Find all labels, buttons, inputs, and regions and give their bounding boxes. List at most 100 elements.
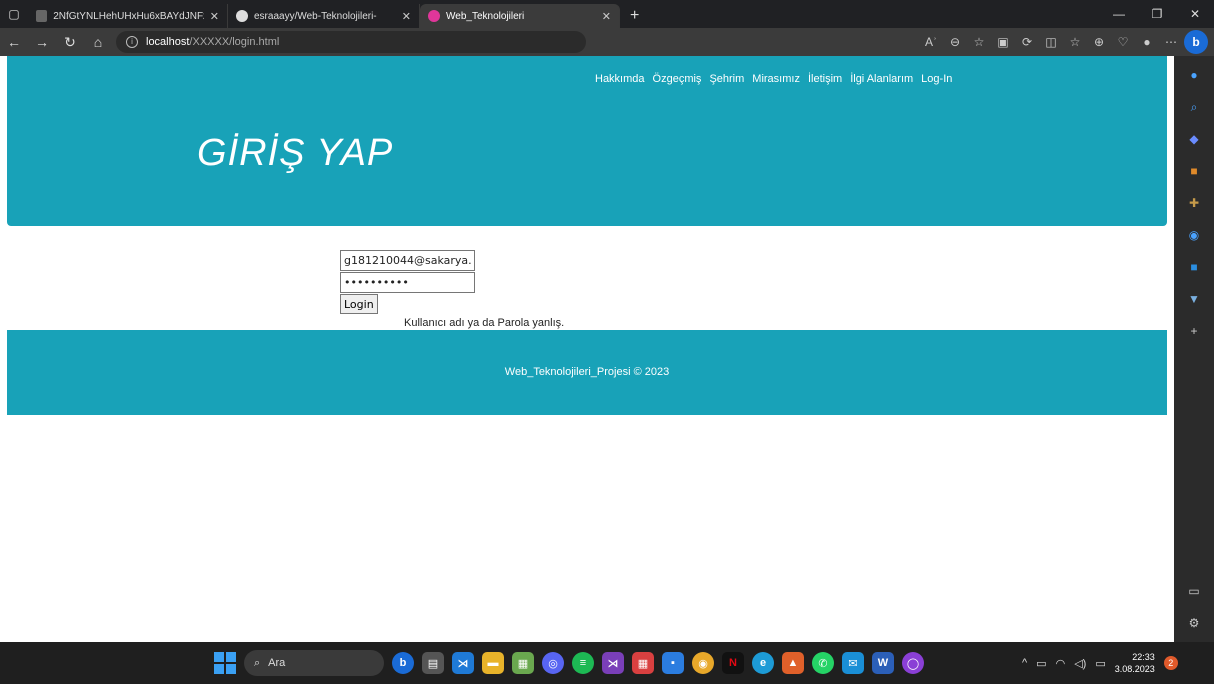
- drop-icon[interactable]: ▼: [1183, 288, 1205, 310]
- github-icon: [236, 10, 248, 22]
- chevron-up-icon[interactable]: ^: [1022, 657, 1027, 669]
- info-icon[interactable]: i: [126, 36, 138, 48]
- file-explorer-icon[interactable]: ▬: [482, 652, 504, 674]
- tab-close-icon[interactable]: ✕: [210, 10, 219, 23]
- favorite-star-icon[interactable]: ☆: [968, 31, 990, 53]
- health-icon[interactable]: ♡: [1112, 31, 1134, 53]
- password-field[interactable]: [340, 272, 475, 293]
- tab-title: Web_Teknolojileri: [446, 10, 525, 22]
- clock-date: 3.08.2023: [1114, 664, 1155, 674]
- wifi-icon[interactable]: ◠: [1056, 657, 1066, 670]
- github-desktop-icon[interactable]: ◯: [902, 652, 924, 674]
- nav-link-iletisim[interactable]: İletişim: [808, 73, 842, 85]
- tab-actions-icon[interactable]: ▢: [0, 0, 28, 28]
- tab-favicon-icon: [428, 10, 440, 22]
- nav-link-ozgecmis[interactable]: Özgeçmiş: [653, 73, 702, 85]
- login-button[interactable]: Login: [340, 294, 378, 314]
- nav-link-hakkimda[interactable]: Hakkımda: [595, 73, 645, 85]
- url-host: localhost: [146, 36, 190, 48]
- games-icon[interactable]: ◉: [1183, 224, 1205, 246]
- edge-sidebar: ● ⌕ ◆ ■ ✚ ◉ ■ ▼ + ▭ ⚙: [1174, 56, 1214, 642]
- taskbar: ⌕ Ara b ▤ ⋊ ▬ ▦ ◎ ≡ ⋊ ▦ ▪ ◉ N e ▲ ✆ ✉ W …: [0, 642, 1214, 684]
- forward-icon[interactable]: →: [28, 28, 56, 56]
- extensions-icon[interactable]: ⟳: [1016, 31, 1038, 53]
- page-title: GİRİŞ YAP: [197, 132, 394, 174]
- site-footer: Web_Teknolojileri_Projesi © 2023: [7, 330, 1167, 415]
- tools-icon[interactable]: ■: [1183, 160, 1205, 182]
- whatsapp-icon[interactable]: ✆: [812, 652, 834, 674]
- login-form: Login: [340, 250, 475, 314]
- minimize-icon[interactable]: —: [1100, 0, 1138, 28]
- browser-tab-bar: ▢ 2NfGtYNLHehUHxHu6xBAYdJNFzX ✕ esraaayy…: [0, 0, 1214, 28]
- favorites-icon[interactable]: ☆: [1064, 31, 1086, 53]
- nav-link-sehrim[interactable]: Şehrim: [709, 73, 744, 85]
- tab-1[interactable]: 2NfGtYNLHehUHxHu6xBAYdJNFzX ✕: [28, 4, 228, 28]
- clock-time: 22:33: [1132, 652, 1155, 662]
- app-icon-2[interactable]: ▪: [662, 652, 684, 674]
- tab-2[interactable]: esraaayy/Web-Teknolojileri- ✕: [228, 4, 420, 28]
- search-icon: ⌕: [254, 656, 261, 669]
- bell-icon[interactable]: ●: [1183, 64, 1205, 86]
- nav-link-mirasimiz[interactable]: Mirasımız: [752, 73, 800, 85]
- sidebar-layout-icon[interactable]: ▭: [1183, 580, 1205, 602]
- notification-badge[interactable]: 2: [1163, 656, 1178, 670]
- home-icon[interactable]: ⌂: [84, 28, 112, 56]
- task-view-icon[interactable]: ▤: [422, 652, 444, 674]
- visual-studio-icon[interactable]: ⋊: [602, 652, 624, 674]
- discord-icon[interactable]: ◎: [542, 652, 564, 674]
- site-header: Hakkımda Özgeçmiş Şehrim Mirasımız İleti…: [7, 56, 1167, 226]
- tab-close-icon[interactable]: ✕: [402, 10, 411, 23]
- volume-icon[interactable]: ◁): [1074, 657, 1086, 670]
- collections-icon[interactable]: ⊕: [1088, 31, 1110, 53]
- copilot-app-icon[interactable]: b: [392, 652, 414, 674]
- restore-icon[interactable]: ❐: [1138, 0, 1176, 28]
- nav-link-log-in[interactable]: Log-In: [921, 73, 952, 85]
- system-tray: ^ ▭ ◠ ◁) ▭ 22:33 3.08.2023 2: [1022, 642, 1178, 684]
- word-icon[interactable]: W: [872, 652, 894, 674]
- taskbar-search[interactable]: ⌕ Ara: [244, 650, 384, 676]
- toolbar-icons: Aʾ ⊖ ☆ ▣ ⟳ ◫ ☆ ⊕ ♡ ● ⋯ b: [920, 30, 1214, 54]
- tag-icon[interactable]: ◆: [1183, 128, 1205, 150]
- email-field[interactable]: [340, 250, 475, 271]
- tab-3-active[interactable]: Web_Teknolojileri ✕: [420, 4, 620, 28]
- windows-start-icon[interactable]: [214, 652, 236, 674]
- search-icon[interactable]: ⌕: [1183, 96, 1205, 118]
- footer-text: Web_Teknolojileri_Projesi © 2023: [504, 366, 670, 378]
- edge-icon[interactable]: e: [752, 652, 774, 674]
- split-screen-icon[interactable]: ◫: [1040, 31, 1062, 53]
- battery-icon[interactable]: ▭: [1095, 657, 1105, 670]
- new-tab-button[interactable]: +: [620, 4, 649, 28]
- keyboard-icon[interactable]: ▭: [1036, 657, 1046, 670]
- add-icon[interactable]: +: [1183, 320, 1205, 342]
- copilot-icon[interactable]: b: [1184, 30, 1208, 54]
- read-aloud-icon[interactable]: Aʾ: [920, 31, 942, 53]
- more-menu-icon[interactable]: ⋯: [1160, 31, 1182, 53]
- clock[interactable]: 22:33 3.08.2023: [1115, 651, 1155, 675]
- nav-link-ilgi-alanlarim[interactable]: İlgi Alanlarım: [850, 73, 913, 85]
- tab-favicon-icon: [36, 10, 48, 22]
- netflix-icon[interactable]: N: [722, 652, 744, 674]
- profile-avatar-icon[interactable]: ●: [1136, 31, 1158, 53]
- office-icon[interactable]: ▲: [782, 652, 804, 674]
- address-bar[interactable]: i localhost/XXXXX/login.html: [116, 31, 586, 53]
- url-path: /XXXXX/login.html: [189, 36, 280, 48]
- web-page: Hakkımda Özgeçmiş Şehrim Mirasımız İleti…: [0, 56, 1174, 642]
- vscode-icon[interactable]: ⋊: [452, 652, 474, 674]
- people-icon[interactable]: ✚: [1183, 192, 1205, 214]
- taskbar-apps: ⌕ Ara b ▤ ⋊ ▬ ▦ ◎ ≡ ⋊ ▦ ▪ ◉ N e ▲ ✆ ✉ W …: [214, 642, 924, 684]
- app-icon[interactable]: ▦: [512, 652, 534, 674]
- search-label: Ara: [268, 657, 286, 669]
- mail-icon[interactable]: ✉: [842, 652, 864, 674]
- tab-close-icon[interactable]: ✕: [602, 10, 611, 23]
- tab-title: 2NfGtYNLHehUHxHu6xBAYdJNFzX: [53, 10, 204, 22]
- settings-icon[interactable]: ⚙: [1183, 612, 1205, 634]
- zoom-icon[interactable]: ⊖: [944, 31, 966, 53]
- chrome-icon[interactable]: ◉: [692, 652, 714, 674]
- translate-icon[interactable]: ▣: [992, 31, 1014, 53]
- close-window-icon[interactable]: ✕: [1176, 0, 1214, 28]
- outlook-icon[interactable]: ■: [1183, 256, 1205, 278]
- back-icon[interactable]: ←: [0, 28, 28, 56]
- spotify-icon[interactable]: ≡: [572, 652, 594, 674]
- refresh-icon[interactable]: ↻: [56, 28, 84, 56]
- calendar-icon[interactable]: ▦: [632, 652, 654, 674]
